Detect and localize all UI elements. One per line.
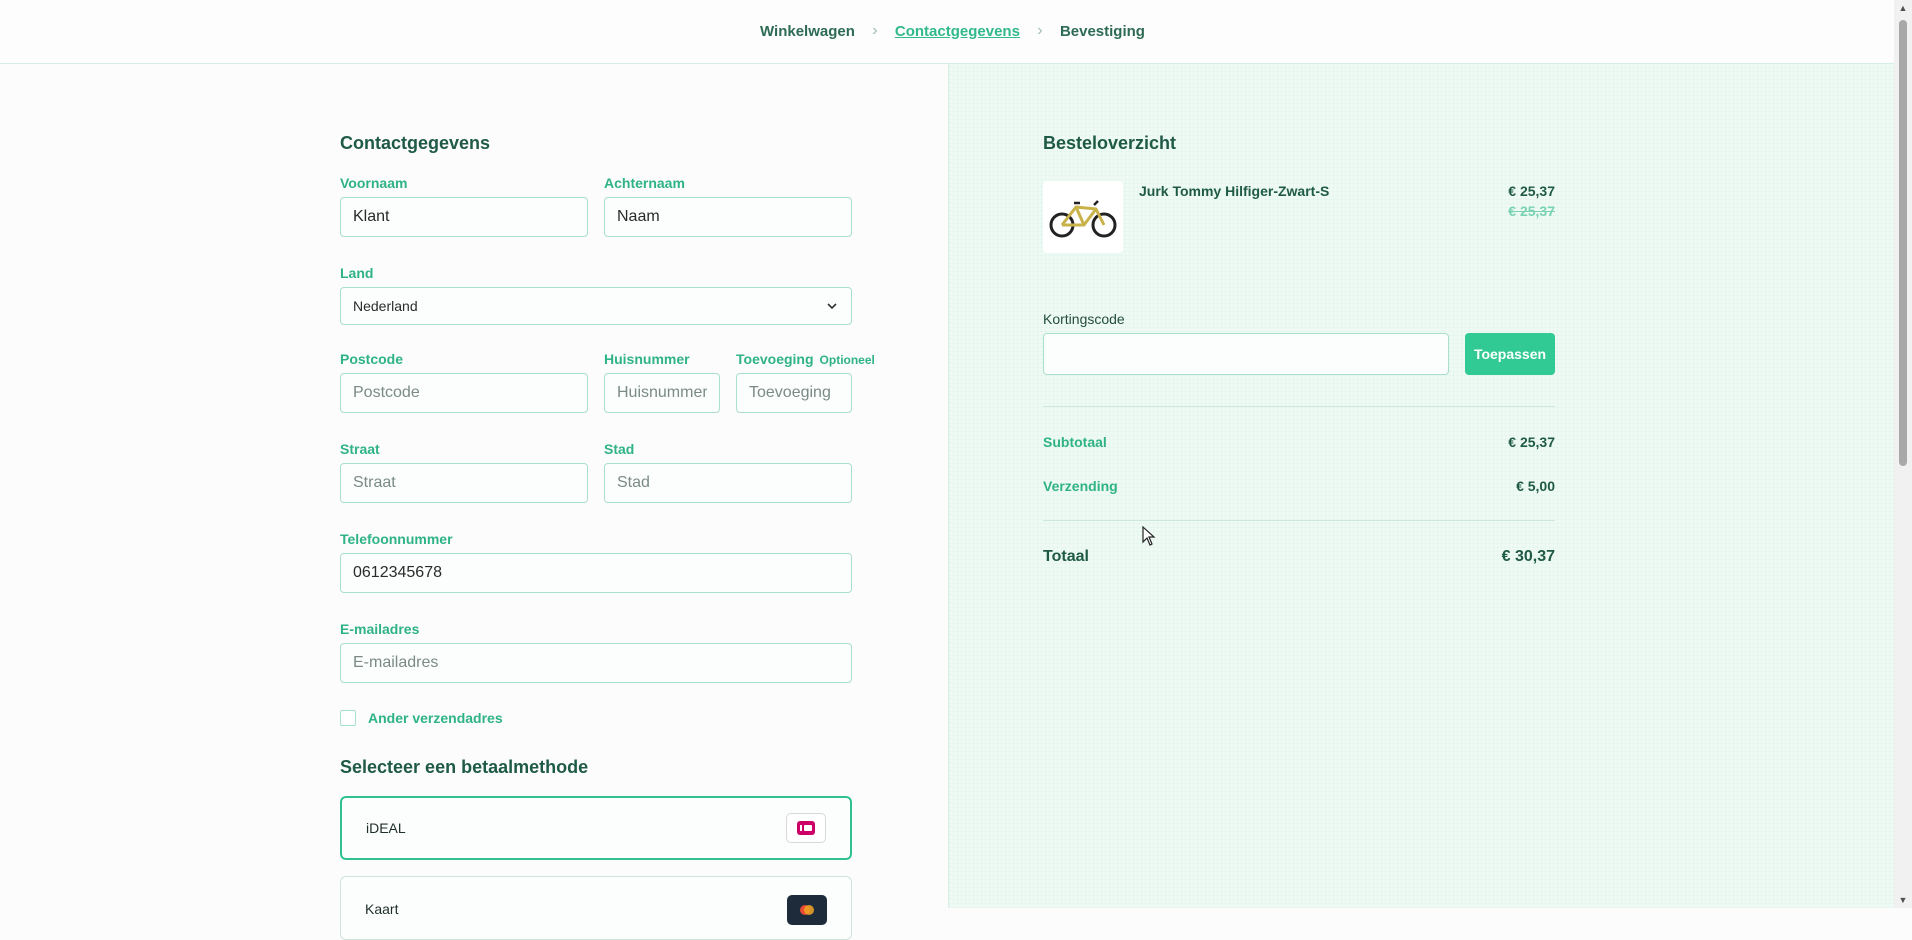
order-summary-title: Besteloverzicht (1043, 133, 1177, 153)
breadcrumb-step-contact[interactable]: Contactgegevens (895, 23, 1020, 40)
apply-discount-button[interactable]: Toepassen (1465, 333, 1555, 375)
product-old-price: € 25,37 (1508, 203, 1555, 219)
city-label: Stad (604, 441, 635, 457)
product-price: € 25,37 (1508, 183, 1555, 199)
optional-tag: Optioneel (819, 353, 875, 367)
payment-section-title: Selecteer een betaalmethode (340, 757, 589, 777)
chevron-down-icon (827, 303, 837, 310)
phone-input[interactable] (340, 553, 852, 593)
scrollbar-thumb[interactable] (1899, 20, 1907, 466)
discount-code-label: Kortingscode (1043, 311, 1125, 327)
top-bar: Winkelwagen › Contactgegevens › Bevestig… (0, 0, 1894, 64)
email-label: E-mailadres (340, 621, 420, 637)
postcode-input[interactable] (340, 373, 588, 413)
summary-divider (1043, 406, 1555, 407)
product-name: Jurk Tommy Hilfiger-Zwart-S (1139, 183, 1330, 199)
scroll-up-arrow-icon[interactable]: ▲ (1894, 0, 1912, 16)
street-input[interactable] (340, 463, 588, 503)
chevron-right-icon: › (1037, 22, 1043, 39)
house-number-input[interactable] (604, 373, 720, 413)
payment-option-label: Kaart (365, 901, 399, 917)
contact-section-title: Contactgegevens (340, 133, 491, 153)
last-name-input[interactable] (604, 197, 852, 237)
subtotal-label: Subtotaal (1043, 434, 1107, 450)
subtotal-value: € 25,37 (1508, 434, 1555, 450)
country-select-value: Nederland (353, 298, 418, 314)
breadcrumb-step-cart[interactable]: Winkelwagen (760, 23, 855, 40)
chevron-right-icon: › (872, 22, 878, 39)
shipping-label: Verzending (1043, 478, 1118, 494)
phone-label: Telefoonnummer (340, 531, 453, 547)
product-image (1043, 181, 1123, 253)
shipping-value: € 5,00 (1516, 478, 1555, 494)
bicycle-icon (1049, 200, 1117, 238)
email-input[interactable] (340, 643, 852, 683)
mouse-cursor-icon (1142, 526, 1156, 546)
payment-option-label: iDEAL (366, 820, 406, 836)
city-input[interactable] (604, 463, 852, 503)
scroll-down-arrow-icon[interactable]: ▼ (1894, 892, 1912, 908)
breadcrumb: Winkelwagen › Contactgegevens › Bevestig… (760, 22, 1145, 40)
total-value: € 30,37 (1501, 548, 1555, 565)
breadcrumb-step-confirmation: Bevestiging (1059, 22, 1145, 40)
payment-option-card[interactable]: Kaart (340, 876, 852, 940)
first-name-label: Voornaam (340, 175, 408, 191)
discount-code-input[interactable] (1043, 333, 1449, 375)
page-scrollbar[interactable]: ▲ ▼ (1894, 0, 1912, 908)
country-select[interactable]: Nederland (340, 287, 852, 325)
country-label: Land (340, 265, 374, 281)
addition-label: Toevoeging Optioneel (736, 351, 875, 367)
total-label: Totaal (1043, 548, 1089, 565)
addition-input[interactable] (736, 373, 852, 413)
street-label: Straat (340, 441, 380, 457)
other-address-row[interactable]: Ander verzendadres (340, 710, 503, 726)
last-name-label: Achternaam (604, 175, 685, 191)
card-logo-icon (787, 895, 827, 925)
payment-option-ideal[interactable]: iDEAL (340, 796, 852, 860)
other-address-checkbox[interactable] (340, 710, 356, 726)
postcode-label: Postcode (340, 351, 404, 367)
house-number-label: Huisnummer (604, 351, 690, 367)
ideal-logo-icon (786, 813, 826, 843)
first-name-input[interactable] (340, 197, 588, 237)
summary-divider (1043, 520, 1555, 521)
other-address-label: Ander verzendadres (368, 710, 503, 726)
